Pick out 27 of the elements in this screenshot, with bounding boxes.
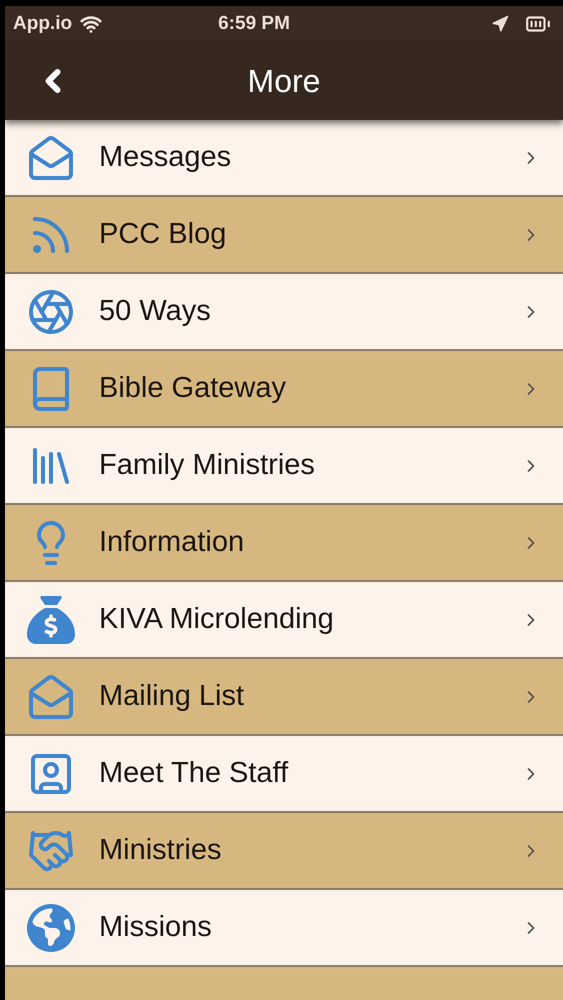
screen-title: More xyxy=(248,62,320,101)
envelope-icon xyxy=(27,672,75,720)
menu-item[interactable]: KIVA Microlending xyxy=(5,582,563,659)
wifi-icon xyxy=(80,13,102,35)
globe-icon xyxy=(27,904,75,952)
menu-item-label: Messages xyxy=(99,140,232,175)
menu-item-label: PCC Blog xyxy=(99,216,226,252)
carrier-name: App.io xyxy=(13,12,72,36)
menu-item-label: Missions xyxy=(99,910,212,945)
menu-item-label: 50 Ways xyxy=(99,294,211,329)
menu-item-label: Bible Gateway xyxy=(99,370,286,406)
menu-item[interactable]: Messages xyxy=(5,120,563,197)
menu-item[interactable]: Meet The Staff xyxy=(5,736,563,813)
menu-item-label: KIVA Microlending xyxy=(99,602,334,637)
status-time: 6:59 PM xyxy=(218,12,290,36)
menu-item-label: Information xyxy=(99,524,244,560)
menu-item[interactable]: Family Ministries xyxy=(5,428,563,505)
location-icon xyxy=(491,15,509,33)
menu-item-label: Mailing List xyxy=(99,678,244,714)
menu-item-label: Ministries xyxy=(99,832,222,868)
menu-item-label: Family Ministries xyxy=(99,448,315,483)
menu-item-label: Meet The Staff xyxy=(99,756,288,791)
money-bag-icon xyxy=(27,596,75,644)
envelope-icon xyxy=(27,134,75,182)
menu-item[interactable]: Missions xyxy=(5,890,563,967)
menu-item[interactable]: 50 Ways xyxy=(5,274,563,351)
aperture-icon xyxy=(27,288,75,336)
